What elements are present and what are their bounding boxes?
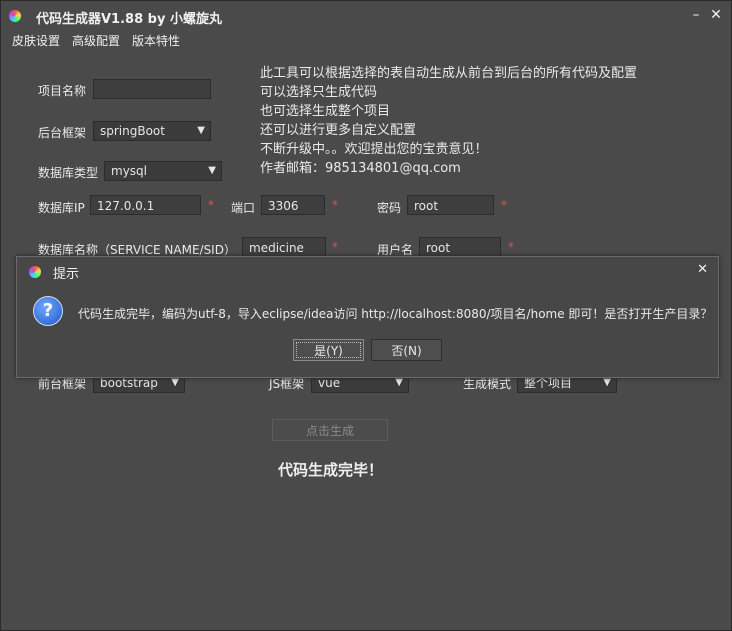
username-required-mark: * [508, 240, 514, 254]
db-type-label: 数据库类型 [38, 166, 99, 180]
app-logo-icon [29, 266, 41, 278]
question-icon: ? [33, 296, 63, 326]
chevron-down-icon: ▼ [197, 125, 205, 136]
info-line-4: 还可以进行更多自定义配置 [260, 123, 417, 138]
dialog-no-button[interactable]: 否(N) [371, 339, 442, 361]
menu-version-features[interactable]: 版本特性 [132, 32, 180, 49]
db-type-value: mysql [111, 164, 147, 178]
dialog-title: 提示 [53, 267, 80, 282]
port-input[interactable]: 3306 [261, 195, 325, 215]
password-required-mark: * [501, 198, 507, 212]
info-line-6: 作者邮箱：985134801@qq.com [260, 161, 461, 176]
info-line-5: 不断升级中。。欢迎提出您的宝贵意见！ [260, 142, 488, 157]
close-icon[interactable]: ✕ [708, 7, 724, 23]
prompt-dialog: 提示 ✕ ? 代码生成完毕，编码为utf-8，导入eclipse/idea访问 … [16, 256, 719, 378]
db-type-select[interactable]: mysql ▼ [104, 161, 222, 181]
backend-framework-select[interactable]: springBoot ▼ [93, 121, 211, 141]
generate-button[interactable]: 点击生成 [272, 419, 388, 441]
info-line-3: 也可选择生成整个项目 [260, 104, 391, 119]
db-ip-label: 数据库IP [38, 201, 85, 215]
title-bar: 代码生成器V1.88 by 小螺旋丸 – ✕ [1, 1, 731, 31]
db-ip-input[interactable]: 127.0.0.1 [90, 195, 201, 215]
gen-mode-value: 整个项目 [524, 376, 573, 390]
password-input[interactable]: root [407, 195, 494, 215]
status-text: 代码生成完毕！ [278, 461, 384, 479]
dialog-yes-button[interactable]: 是(Y) [293, 339, 364, 361]
info-line-1: 此工具可以根据选择的表自动生成从前台到后台的所有代码及配置 [260, 66, 638, 81]
port-required-mark: * [332, 198, 338, 212]
chevron-down-icon: ▼ [208, 165, 216, 176]
backend-framework-label: 后台框架 [38, 126, 87, 140]
menu-advanced-config[interactable]: 高级配置 [72, 32, 120, 49]
dialog-close-icon[interactable]: ✕ [697, 262, 708, 277]
dialog-message: 代码生成完毕，编码为utf-8，导入eclipse/idea访问 http://… [78, 307, 713, 321]
username-input[interactable]: root [419, 237, 501, 257]
db-name-input[interactable]: medicine [242, 237, 326, 257]
frontend-framework-value: bootstrap [100, 376, 158, 390]
db-name-required-mark: * [332, 240, 338, 254]
db-ip-required-mark: * [208, 198, 214, 212]
project-name-input[interactable] [93, 79, 211, 99]
menu-skin-settings[interactable]: 皮肤设置 [12, 32, 60, 49]
minimize-icon[interactable]: – [688, 7, 704, 23]
password-label: 密码 [377, 201, 402, 215]
port-label: 端口 [231, 201, 256, 215]
project-name-label: 项目名称 [38, 84, 87, 98]
info-line-2: 可以选择只生成代码 [260, 85, 378, 100]
app-window: 代码生成器V1.88 by 小螺旋丸 – ✕ 皮肤设置 高级配置 版本特性 此工… [0, 0, 732, 631]
app-logo-icon [9, 10, 21, 22]
window-title: 代码生成器V1.88 by 小螺旋丸 [36, 12, 222, 27]
js-framework-value: vue [318, 376, 341, 390]
backend-framework-value: springBoot [100, 124, 165, 138]
